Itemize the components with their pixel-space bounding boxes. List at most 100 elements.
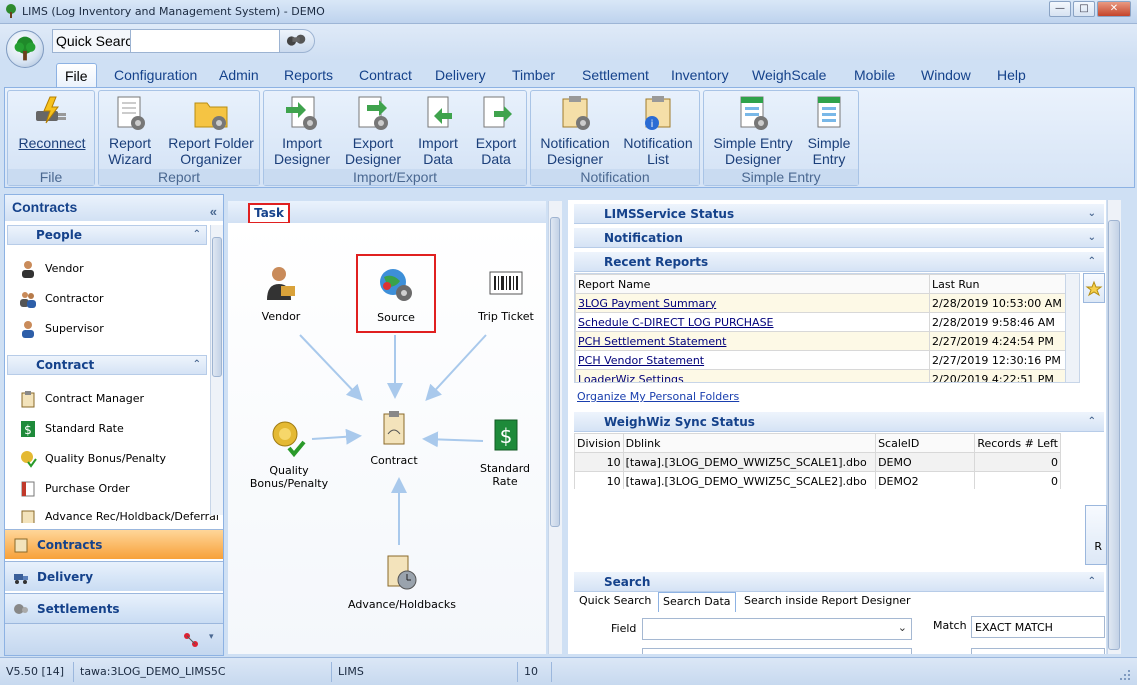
table-row[interactable]: 3LOG Payment Summary 2/28/2019 10:53:00 A… bbox=[575, 293, 1067, 313]
task-node-label: Quality Bonus/Penalty bbox=[249, 464, 329, 490]
nav-item-purchase-order[interactable]: Purchase Order bbox=[19, 477, 130, 501]
import-data-button[interactable]: Import Data bbox=[412, 93, 464, 169]
simple-entry-designer-button[interactable]: Simple Entry Designer bbox=[708, 93, 798, 169]
minimize-button[interactable]: — bbox=[1049, 1, 1071, 17]
table-row[interactable]: PCH Vendor Statement 2/27/2019 12:30:16 P… bbox=[575, 350, 1067, 370]
nav-item-quality-bonus[interactable]: Quality Bonus/Penalty bbox=[19, 447, 166, 471]
table-row[interactable]: LoaderWiz Settings 2/20/2019 4:22:51 PM bbox=[575, 369, 1067, 383]
tab-reports[interactable]: Reports bbox=[276, 63, 341, 88]
chevron-up-icon[interactable]: ⌃ bbox=[1088, 572, 1096, 592]
tab-admin[interactable]: Admin bbox=[211, 63, 267, 88]
report-link[interactable]: 3LOG Payment Summary bbox=[578, 297, 716, 310]
binoculars-search-button[interactable] bbox=[279, 29, 315, 53]
notification-list-button[interactable]: i Notification List bbox=[619, 93, 697, 169]
resize-grip-icon[interactable] bbox=[1118, 668, 1132, 682]
chevron-up-icon[interactable]: ⌃ bbox=[1088, 252, 1096, 272]
configure-buttons-icon[interactable] bbox=[181, 630, 201, 650]
tab-inventory[interactable]: Inventory bbox=[663, 63, 737, 88]
contract-section-header[interactable]: Contract ⌃ bbox=[7, 355, 207, 375]
tab-delivery[interactable]: Delivery bbox=[427, 63, 494, 88]
weighwiz-sync-header[interactable]: WeighWiz Sync Status ⌃ bbox=[574, 412, 1104, 432]
nav-button-settlements[interactable]: Settlements bbox=[5, 593, 223, 623]
column-header[interactable]: Dblink bbox=[622, 433, 877, 453]
report-link[interactable]: Schedule C-DIRECT LOG PURCHASE bbox=[578, 316, 774, 329]
column-header[interactable]: Last Run bbox=[929, 274, 1067, 294]
nav-button-delivery[interactable]: Delivery bbox=[5, 561, 223, 591]
task-node-advance[interactable]: Advance/Holdbacks bbox=[348, 552, 456, 611]
tab-configuration[interactable]: Configuration bbox=[106, 63, 205, 88]
column-header[interactable]: Report Name bbox=[575, 274, 930, 294]
report-link[interactable]: LoaderWiz Settings bbox=[578, 373, 684, 383]
report-wizard-button[interactable]: Report Wizard bbox=[101, 93, 159, 169]
nav-item-vendor[interactable]: Vendor bbox=[19, 257, 84, 281]
column-header[interactable]: ScaleID bbox=[875, 433, 976, 453]
report-folder-organizer-button[interactable]: Report Folder Organizer bbox=[165, 93, 257, 169]
table-row[interactable]: PCH Settlement Statement 2/27/2019 4:24:5… bbox=[575, 331, 1067, 351]
dashboard-scrollbar-thumb[interactable] bbox=[1108, 220, 1120, 650]
chevron-up-icon[interactable]: ⌃ bbox=[193, 226, 201, 244]
chevron-down-icon[interactable]: ⌄ bbox=[1088, 204, 1096, 224]
app-menu-button[interactable] bbox=[6, 30, 44, 68]
tab-weighscale[interactable]: WeighScale bbox=[744, 63, 834, 88]
favorite-button[interactable] bbox=[1083, 273, 1105, 303]
second-field-select[interactable] bbox=[642, 648, 912, 654]
notification-designer-button[interactable]: Notification Designer bbox=[535, 93, 615, 169]
chevron-down-icon[interactable]: ⌄ bbox=[898, 621, 907, 634]
task-node-vendor[interactable]: Vendor bbox=[252, 264, 310, 323]
tab-settlement[interactable]: Settlement bbox=[574, 63, 657, 88]
export-data-button[interactable]: Export Data bbox=[470, 93, 522, 169]
report-link[interactable]: PCH Settlement Statement bbox=[578, 335, 726, 348]
chevron-down-icon[interactable]: ▾ bbox=[209, 632, 214, 642]
reconnect-button[interactable]: Reconnect bbox=[12, 93, 92, 169]
table-row[interactable]: Schedule C-DIRECT LOG PURCHASE 2/28/2019 … bbox=[575, 312, 1067, 332]
side-r-button[interactable]: R bbox=[1085, 505, 1107, 565]
tab-contract[interactable]: Contract bbox=[351, 63, 420, 88]
organize-folders-link[interactable]: Organize My Personal Folders bbox=[577, 390, 739, 403]
nav-scrollbar[interactable] bbox=[210, 225, 223, 515]
simple-entry-button[interactable]: Simple Entry bbox=[802, 93, 856, 169]
tab-search-data[interactable]: Search Data bbox=[658, 592, 736, 612]
recent-reports-header[interactable]: Recent Reports ⌃ bbox=[574, 252, 1104, 272]
notification-header[interactable]: Notification ⌄ bbox=[574, 228, 1104, 248]
match-input[interactable] bbox=[971, 616, 1105, 638]
nav-scrollbar-thumb[interactable] bbox=[212, 237, 222, 377]
field-select[interactable]: ⌄ bbox=[642, 618, 912, 640]
task-node-standard-rate[interactable]: $ Standard Rate bbox=[466, 416, 544, 488]
chevron-up-icon[interactable]: ⌃ bbox=[1088, 412, 1096, 432]
task-node-quality[interactable]: Quality Bonus/Penalty bbox=[232, 418, 346, 490]
chevron-down-icon[interactable]: ⌄ bbox=[1088, 228, 1096, 248]
nav-item-supervisor[interactable]: Supervisor bbox=[19, 317, 104, 341]
task-node-trip-ticket[interactable]: Trip Ticket bbox=[474, 264, 538, 323]
nav-button-contracts[interactable]: Contracts bbox=[5, 529, 223, 559]
column-header[interactable]: Records # Left bbox=[974, 433, 1061, 453]
close-button[interactable]: ✕ bbox=[1097, 1, 1131, 17]
tab-mobile[interactable]: Mobile bbox=[846, 63, 903, 88]
table-row[interactable]: 10 [tawa].[3LOG_DEMO_WWIZ5C_SCALE2].dbo DE… bbox=[574, 471, 1061, 489]
collapse-pane-icon[interactable]: « bbox=[210, 200, 217, 224]
task-scrollbar-thumb[interactable] bbox=[550, 217, 560, 527]
tab-file[interactable]: File bbox=[56, 63, 97, 88]
reports-scrollbar[interactable] bbox=[1065, 274, 1079, 382]
column-header[interactable]: Division bbox=[574, 433, 624, 453]
tab-window[interactable]: Window bbox=[913, 63, 979, 88]
people-section-header[interactable]: People ⌃ bbox=[7, 225, 207, 245]
maximize-button[interactable]: □ bbox=[1073, 1, 1095, 17]
nav-item-contract-manager[interactable]: Contract Manager bbox=[19, 387, 144, 411]
import-designer-button[interactable]: Import Designer bbox=[268, 93, 336, 169]
nav-item-contractor[interactable]: Contractor bbox=[19, 287, 104, 311]
table-row[interactable]: 10 [tawa].[3LOG_DEMO_WWIZ5C_SCALE1].dbo DE… bbox=[574, 452, 1061, 472]
chevron-up-icon[interactable]: ⌃ bbox=[193, 356, 201, 374]
nav-item-standard-rate[interactable]: $ Standard Rate bbox=[19, 417, 124, 441]
tab-help[interactable]: Help bbox=[989, 63, 1034, 88]
second-match-input[interactable] bbox=[971, 648, 1105, 654]
tab-search-report-designer[interactable]: Search inside Report Designer bbox=[744, 594, 911, 607]
quick-search-input[interactable] bbox=[130, 29, 280, 53]
search-header[interactable]: Search ⌃ bbox=[574, 572, 1104, 592]
tab-timber[interactable]: Timber bbox=[504, 63, 563, 88]
limsservice-status-header[interactable]: LIMSService Status ⌄ bbox=[574, 204, 1104, 224]
nav-item-advance[interactable]: Advance Rec/Holdback/Deferral bbox=[19, 505, 219, 523]
export-designer-button[interactable]: Export Designer bbox=[340, 93, 406, 169]
report-link[interactable]: PCH Vendor Statement bbox=[578, 354, 704, 367]
task-node-contract[interactable]: Contract bbox=[366, 408, 422, 467]
tab-quick-search[interactable]: Quick Search bbox=[579, 594, 651, 607]
